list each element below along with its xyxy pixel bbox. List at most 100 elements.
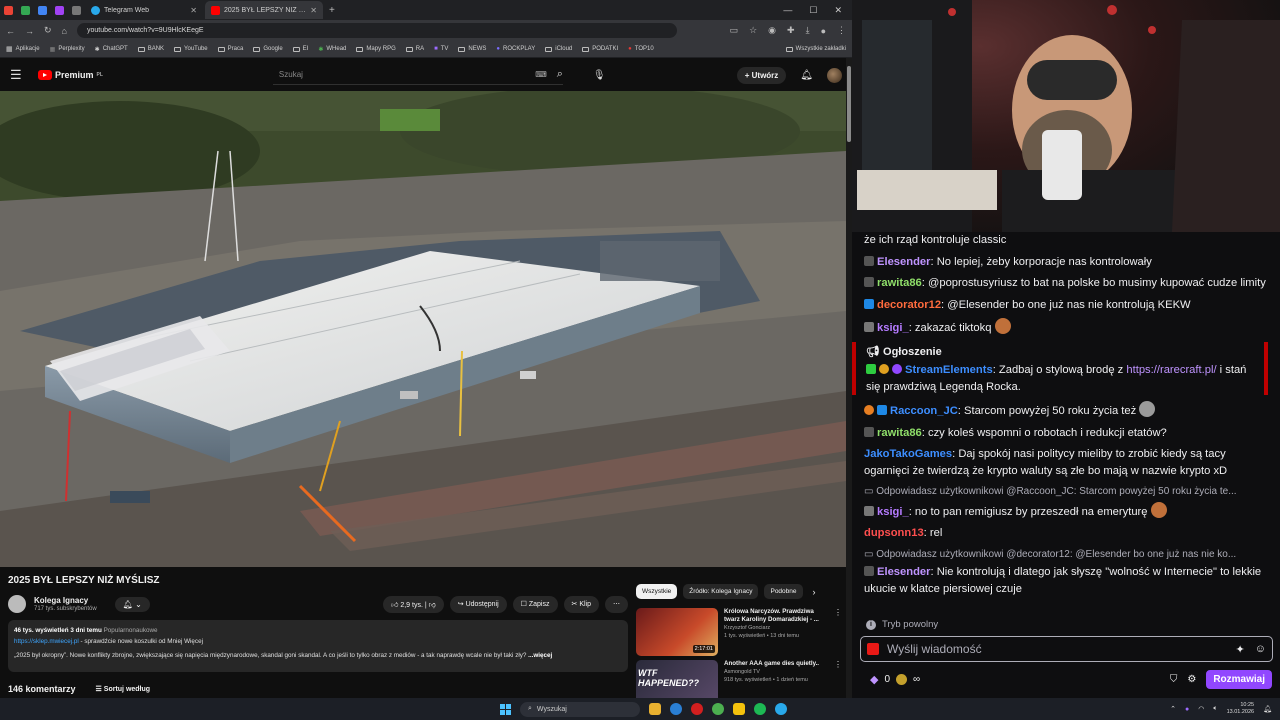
profile-icon[interactable]: ● <box>821 26 826 36</box>
app-icon[interactable] <box>21 5 30 15</box>
download-icon[interactable]: ⤓ <box>806 25 810 36</box>
chat-username[interactable]: Elesender <box>877 566 930 578</box>
more-options-icon[interactable]: ⋮ <box>834 660 842 698</box>
reply-context[interactable]: ▭ Odpowiadasz użytkownikowi @Raccoon_JC:… <box>864 484 1268 501</box>
opera-icon[interactable] <box>691 703 703 715</box>
chrome-icon[interactable] <box>712 703 724 715</box>
bookmark-item[interactable]: ▦ Aplikacje <box>6 45 40 53</box>
windows-start-icon[interactable] <box>500 703 511 715</box>
taskbar-search[interactable]: ⌕ Wyszukaj <box>520 701 640 717</box>
scrollbar-thumb[interactable] <box>847 66 851 142</box>
tab-telegram[interactable]: Telegram Web ✕ <box>85 1 203 19</box>
filter-chip-all[interactable]: Wszystkie <box>636 584 678 599</box>
url-field[interactable]: youtube.com/watch?v=9U9HlcKEegE <box>76 23 677 38</box>
bell-icon[interactable]: 🔔︎ <box>800 70 813 81</box>
recommendation-item[interactable]: 2:17:01 Królowa Narcyzów. Prawdziwa twar… <box>636 608 842 656</box>
shop-link[interactable]: https://sklep.mwiecej.pl <box>14 638 79 645</box>
chat-username[interactable]: rawita86 <box>877 427 922 439</box>
create-button[interactable]: + Utwórz <box>736 66 787 84</box>
tab-youtube[interactable]: 2025 BYŁ LEPSZY NIŻ MYŚLISZ ✕ <box>205 1 323 19</box>
puzzle-icon[interactable]: ✚ <box>787 25 795 36</box>
chat-input[interactable]: Wyślij wiadomość ✦ ☺ <box>860 636 1273 662</box>
chat-badge-icon[interactable] <box>867 643 879 655</box>
bits-icon[interactable]: ◆ <box>870 673 878 686</box>
edge-icon[interactable] <box>670 703 682 715</box>
emoji-icon[interactable]: ☺ <box>1255 643 1266 656</box>
share-button[interactable]: ↪ Udostępnij <box>449 595 507 613</box>
app-icon[interactable] <box>4 5 13 15</box>
description-box[interactable]: 46 tys. wyświetleń 3 dni temu Popularnon… <box>8 620 628 672</box>
bookmark-item[interactable]: ● TOP10 <box>628 46 654 52</box>
bookmark-item[interactable]: ■ TV <box>434 46 448 52</box>
bookmark-item[interactable]: iCloud <box>545 46 572 52</box>
extension-icon[interactable]: ◉ <box>768 25 776 36</box>
filter-chip-similar[interactable]: Podobne <box>764 584 803 599</box>
back-icon[interactable]: ← <box>6 26 15 36</box>
bookmark-item[interactable]: YouTube <box>174 46 208 52</box>
minimize-icon[interactable]: — <box>783 5 792 16</box>
close-icon[interactable]: ✕ <box>190 6 197 15</box>
app-icon[interactable] <box>72 5 81 15</box>
tray-app-icon[interactable]: ● <box>1185 706 1189 713</box>
bookmark-item[interactable]: Praca <box>217 46 243 52</box>
clip-button[interactable]: ✂ Klip <box>563 595 599 613</box>
avatar[interactable] <box>827 67 842 83</box>
hamburger-menu-icon[interactable]: ☰ <box>10 67 28 83</box>
close-icon[interactable]: ✕ <box>310 6 317 15</box>
bookmark-item[interactable]: PODATKI <box>582 46 618 52</box>
reload-icon[interactable]: ↻ <box>44 25 52 36</box>
maximize-icon[interactable]: ☐ <box>809 5 817 16</box>
home-icon[interactable]: ⌂ <box>62 26 67 36</box>
category[interactable]: Popularnonaukowe <box>104 627 158 634</box>
video-player[interactable] <box>0 91 846 567</box>
bookmark-item[interactable]: Mapy RPG <box>356 46 396 52</box>
bookmark-item[interactable]: Google <box>253 46 283 52</box>
notification-bell-icon[interactable]: 🔔︎ <box>1263 705 1272 713</box>
more-actions-button[interactable]: ⋯ <box>605 595 628 613</box>
wifi-icon[interactable]: ◠ <box>1198 705 1204 713</box>
bookmark-item[interactable]: ▦ Perplexity <box>50 46 85 53</box>
channel-name[interactable]: Kolega Ignacy <box>34 596 97 605</box>
chat-username[interactable]: dupsonn13 <box>864 527 924 539</box>
bookmark-item[interactable]: NEWS <box>458 46 486 52</box>
spotify-icon[interactable] <box>754 703 766 715</box>
recommendation-item[interactable]: WTF HAPPENED?? Another AAA game dies qui… <box>636 660 842 698</box>
chat-username[interactable]: JakoTakoGames <box>864 448 952 460</box>
chat-send-button[interactable]: Rozmawiaj <box>1206 669 1272 689</box>
magic-wand-icon[interactable]: ✦ <box>1236 643 1245 656</box>
bookmark-item[interactable]: ✱ ChatGPT <box>95 46 128 53</box>
save-button[interactable]: ☐ Zapisz <box>512 595 558 613</box>
sort-button[interactable]: ☰ Sortuj według <box>96 685 151 693</box>
bookmark-item[interactable]: ● ROCKPLAY <box>496 46 535 52</box>
chat-username[interactable]: ksigi_ <box>877 506 909 518</box>
bookmark-item[interactable]: BANK <box>137 46 164 52</box>
chat-username[interactable]: decorator12 <box>877 299 941 311</box>
forward-icon[interactable]: → <box>25 26 34 36</box>
chevron-up-icon[interactable]: ⌃ <box>1170 705 1176 713</box>
channel-points-icon[interactable] <box>896 673 908 685</box>
channel-avatar[interactable] <box>8 595 26 613</box>
all-bookmarks[interactable]: Wszystkie zakładki <box>785 46 846 52</box>
clock[interactable]: 10:25 13.01.2026 <box>1227 702 1255 716</box>
keyboard-icon[interactable]: ⌨ <box>535 70 547 79</box>
reply-context[interactable]: ▭ Odpowiadasz użytkownikowi @decorator12… <box>864 547 1268 564</box>
new-tab-button[interactable]: + <box>329 5 335 16</box>
chat-username[interactable]: rawita86 <box>877 277 922 289</box>
chat-username[interactable]: ksigi_ <box>877 322 909 334</box>
search-icon[interactable]: ⌕ <box>557 68 563 81</box>
chevron-right-icon[interactable]: › <box>813 587 816 597</box>
app-icon[interactable] <box>55 5 64 15</box>
bookmark-item[interactable]: EI <box>292 46 308 52</box>
chat-username[interactable]: Raccoon_JC <box>890 405 958 417</box>
shield-icon[interactable]: ⛉ <box>1170 674 1178 685</box>
volume-icon[interactable]: 🔈︎ <box>1213 705 1217 713</box>
app-icon[interactable] <box>38 5 47 15</box>
bookmark-item[interactable]: RA <box>405 46 424 52</box>
more-options-icon[interactable]: ⋮ <box>834 608 842 656</box>
cast-icon[interactable]: ▭ <box>730 25 739 36</box>
chat-username[interactable]: StreamElements <box>905 364 993 376</box>
gear-icon[interactable]: ⚙ <box>1187 674 1196 685</box>
notes-icon[interactable] <box>733 703 745 715</box>
close-window-icon[interactable]: ✕ <box>834 5 842 16</box>
microphone-icon[interactable]: 🎙 <box>593 70 606 81</box>
